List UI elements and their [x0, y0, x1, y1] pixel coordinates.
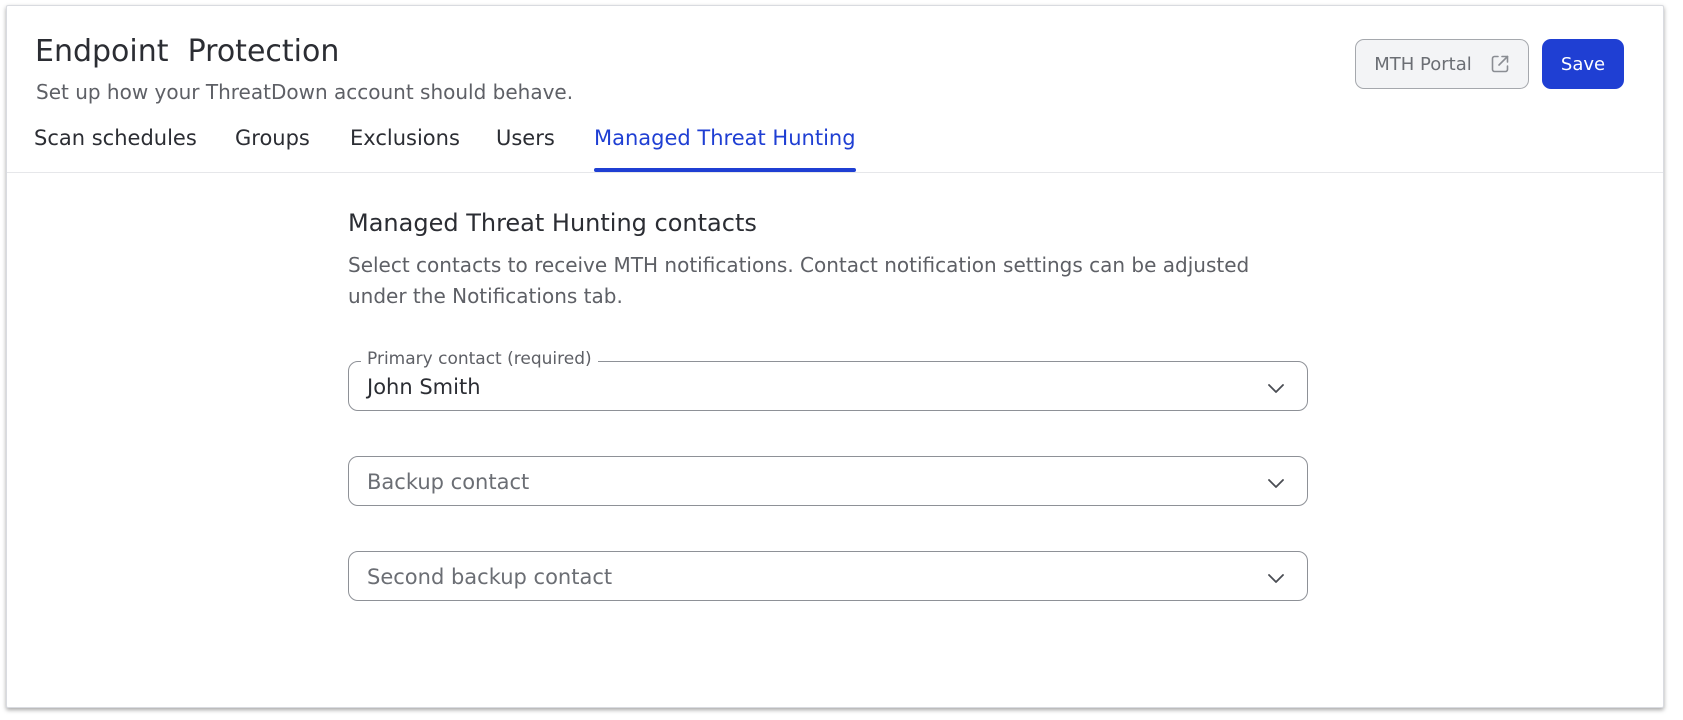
save-button[interactable]: Save	[1542, 39, 1624, 89]
external-link-icon	[1490, 54, 1510, 74]
chevron-down-icon	[1267, 379, 1285, 398]
second-backup-contact-placeholder: Second backup contact	[367, 565, 613, 589]
page-subtitle: Set up how your ThreatDown account shoul…	[36, 80, 574, 104]
tab-managed-threat-hunting[interactable]: Managed Threat Hunting	[594, 124, 856, 172]
tab-users[interactable]: Users	[496, 124, 555, 172]
backup-contact-select[interactable]: Backup contact	[348, 456, 1308, 506]
tab-exclusions[interactable]: Exclusions	[350, 124, 460, 172]
section-title: Managed Threat Hunting contacts	[348, 209, 757, 237]
tab-scan-schedules[interactable]: Scan schedules	[34, 124, 197, 172]
chevron-down-icon	[1267, 569, 1285, 588]
mth-portal-button[interactable]: MTH Portal	[1355, 39, 1529, 89]
primary-contact-value: John Smith	[367, 375, 481, 399]
page-title: Endpoint Protection	[35, 34, 340, 69]
tab-bar: Scan schedules Groups Exclusions Users M…	[7, 124, 1663, 173]
primary-contact-select[interactable]: Primary contact (required) John Smith	[348, 347, 1308, 411]
second-backup-contact-select[interactable]: Second backup contact	[348, 551, 1308, 601]
tab-groups[interactable]: Groups	[235, 124, 310, 172]
chevron-down-icon	[1267, 474, 1285, 493]
settings-card: Endpoint Protection Set up how your Thre…	[6, 5, 1664, 708]
primary-contact-label: Primary contact (required)	[361, 347, 598, 371]
mth-portal-label: MTH Portal	[1374, 53, 1472, 75]
mth-contacts-section: Managed Threat Hunting contacts Select c…	[348, 206, 1308, 601]
backup-contact-placeholder: Backup contact	[367, 470, 530, 494]
section-description: Select contacts to receive MTH notificat…	[348, 253, 1250, 308]
